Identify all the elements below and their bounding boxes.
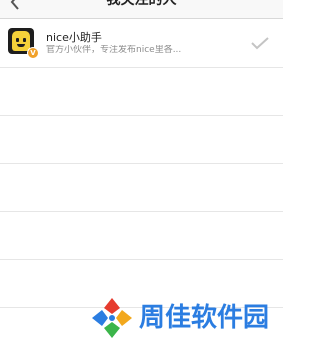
list-item <box>0 116 283 164</box>
verified-badge: V <box>27 47 39 59</box>
checkmark-icon[interactable] <box>250 36 270 50</box>
list-item[interactable]: V nice小助手 官方小伙伴，专注发布nice里各... <box>0 20 283 68</box>
watermark-logo-icon <box>92 298 132 338</box>
nice-mascot-avatar <box>12 31 30 51</box>
avatar-mouth <box>17 44 25 47</box>
follow-list: V nice小助手 官方小伙伴，专注发布nice里各... <box>0 20 283 308</box>
avatar[interactable]: V <box>8 28 39 59</box>
page-title: 我关注的人 <box>106 0 177 8</box>
avatar-eye <box>16 38 19 42</box>
list-item <box>0 164 283 212</box>
user-name: nice小助手 <box>46 31 102 44</box>
navigation-bar: 我关注的人 <box>0 0 283 19</box>
list-item <box>0 68 283 116</box>
avatar-eye <box>23 38 26 42</box>
user-description: 官方小伙伴，专注发布nice里各... <box>46 45 182 55</box>
watermark-text: 周佳软件园 <box>139 303 270 333</box>
watermark: 周佳软件园 <box>90 295 269 341</box>
list-item <box>0 212 283 260</box>
